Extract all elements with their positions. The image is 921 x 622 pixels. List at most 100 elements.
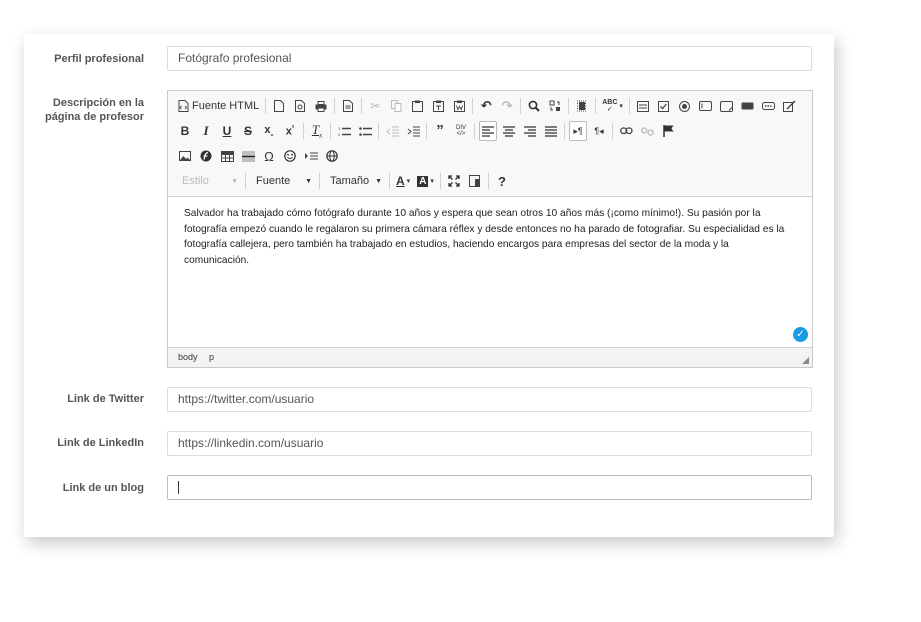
anchor-button[interactable] <box>659 121 677 141</box>
cut-button[interactable]: ✂ <box>366 96 384 116</box>
toolbar-separator <box>378 123 379 139</box>
redo-icon: ↷ <box>501 98 513 113</box>
templates-button[interactable] <box>339 96 357 116</box>
descripcion-label-line1: Descripción en la <box>52 97 144 109</box>
perfil-label: Perfil profesional <box>54 53 144 65</box>
align-center-button[interactable] <box>500 121 518 141</box>
superscript-icon: x² <box>285 124 295 138</box>
horizontal-rule-button[interactable] <box>239 146 257 166</box>
source-html-button[interactable]: Fuente HTML <box>176 96 261 116</box>
page-break-button[interactable] <box>302 146 320 166</box>
style-combo[interactable]: Estilo ▼ <box>176 171 244 191</box>
subscript-button[interactable]: x₂ <box>260 121 278 141</box>
numbered-list-button[interactable]: 12 <box>335 121 353 141</box>
blog-label: Link de un blog <box>62 482 144 494</box>
bulleted-list-button[interactable] <box>356 121 374 141</box>
special-char-button[interactable]: Ω <box>260 146 278 166</box>
undo-button[interactable]: ↶ <box>477 96 495 116</box>
text-color-button[interactable]: A ▾ <box>394 171 412 191</box>
maximize-icon <box>448 175 460 187</box>
toolbar-separator <box>361 98 363 114</box>
textarea-icon <box>720 100 734 112</box>
descripcion-label-line2: página de profesor <box>44 111 144 123</box>
select-all-button[interactable] <box>573 96 591 116</box>
twitter-input[interactable]: https://twitter.com/usuario <box>167 387 812 412</box>
outdent-button[interactable] <box>383 121 401 141</box>
remove-format-button[interactable]: Tx <box>308 121 326 141</box>
select-field-button[interactable] <box>739 96 757 116</box>
quote-icon: ” <box>436 122 444 139</box>
paste-text-button[interactable] <box>429 96 447 116</box>
blog-input[interactable] <box>167 475 812 500</box>
editor-content[interactable]: Salvador ha trabajado cómo fotógrafo dur… <box>184 206 794 268</box>
align-justify-button[interactable] <box>542 121 560 141</box>
replace-button[interactable] <box>546 96 564 116</box>
linkedin-input[interactable]: https://linkedin.com/usuario <box>167 431 812 456</box>
checkbox-button[interactable] <box>655 96 673 116</box>
radio-button[interactable] <box>676 96 694 116</box>
indent-button[interactable] <box>404 121 422 141</box>
preview-button[interactable] <box>291 96 309 116</box>
rtl-button[interactable]: ¶◂ <box>590 121 608 141</box>
unlink-button[interactable] <box>638 121 656 141</box>
image-button-button[interactable] <box>781 96 799 116</box>
toolbar-separator <box>612 123 613 139</box>
link-button[interactable] <box>617 121 635 141</box>
paste-button[interactable] <box>408 96 426 116</box>
spellcheck-status-icon: ✓ <box>793 327 808 342</box>
chevron-down-icon: ▼ <box>231 177 238 185</box>
align-right-button[interactable] <box>521 121 539 141</box>
table-icon <box>220 150 234 162</box>
table-button[interactable] <box>218 146 236 166</box>
form-button[interactable] <box>634 96 652 116</box>
align-left-icon <box>482 125 494 137</box>
path-item-body[interactable]: body <box>178 352 198 362</box>
underline-button[interactable]: U <box>218 121 236 141</box>
italic-button[interactable]: I <box>197 121 215 141</box>
create-div-button[interactable]: DIV </> <box>452 121 470 141</box>
align-right-icon <box>524 125 536 137</box>
size-combo[interactable]: Tamaño ▼ <box>324 171 388 191</box>
bulleted-list-icon <box>358 126 372 136</box>
toolbar-separator <box>334 98 336 114</box>
superscript-button[interactable]: x² <box>281 121 299 141</box>
help-button[interactable]: ? <box>493 171 511 191</box>
paste-word-button[interactable] <box>450 96 468 116</box>
horizontal-rule-icon <box>241 151 255 161</box>
replace-icon <box>549 100 561 111</box>
background-color-button[interactable]: A ▾ <box>415 171 436 191</box>
font-combo[interactable]: Fuente ▼ <box>250 171 318 191</box>
redo-button[interactable]: ↷ <box>498 96 516 116</box>
preview-icon <box>294 100 305 112</box>
blockquote-button[interactable]: ” <box>431 121 449 141</box>
resize-handle[interactable] <box>802 357 809 364</box>
ltr-button[interactable]: ▸¶ <box>569 121 587 141</box>
chevron-down-icon: ▼ <box>375 177 382 185</box>
textarea-button[interactable] <box>718 96 736 116</box>
image-button[interactable] <box>176 146 194 166</box>
div-icon: DIV </> <box>455 125 466 137</box>
editor-toolbar: Fuente HTML ✂ ↶ ↷ ABC ✓ ▾ B I U S x₂ x² … <box>168 91 812 197</box>
radio-icon <box>679 100 691 112</box>
copy-button[interactable] <box>387 96 405 116</box>
path-item-p[interactable]: p <box>209 352 214 362</box>
align-left-button[interactable] <box>479 121 497 141</box>
maximize-button[interactable] <box>445 171 463 191</box>
find-button[interactable] <box>525 96 543 116</box>
iframe-button[interactable] <box>323 146 341 166</box>
show-blocks-button[interactable] <box>466 171 484 191</box>
bold-button[interactable]: B <box>176 121 194 141</box>
undo-icon: ↶ <box>480 98 492 113</box>
toolbar-separator <box>568 98 570 114</box>
toolbar-separator <box>628 98 630 114</box>
textfield-button[interactable] <box>697 96 715 116</box>
strike-button[interactable]: S <box>239 121 257 141</box>
smiley-button[interactable] <box>281 146 299 166</box>
form-button-button[interactable] <box>760 96 778 116</box>
flash-button[interactable] <box>197 146 215 166</box>
text-caret <box>178 481 179 495</box>
print-button[interactable] <box>312 96 330 116</box>
perfil-input[interactable]: Fotógrafo profesional <box>167 46 812 71</box>
spellcheck-button[interactable]: ABC ✓ ▾ <box>600 96 625 116</box>
new-page-button[interactable] <box>270 96 288 116</box>
